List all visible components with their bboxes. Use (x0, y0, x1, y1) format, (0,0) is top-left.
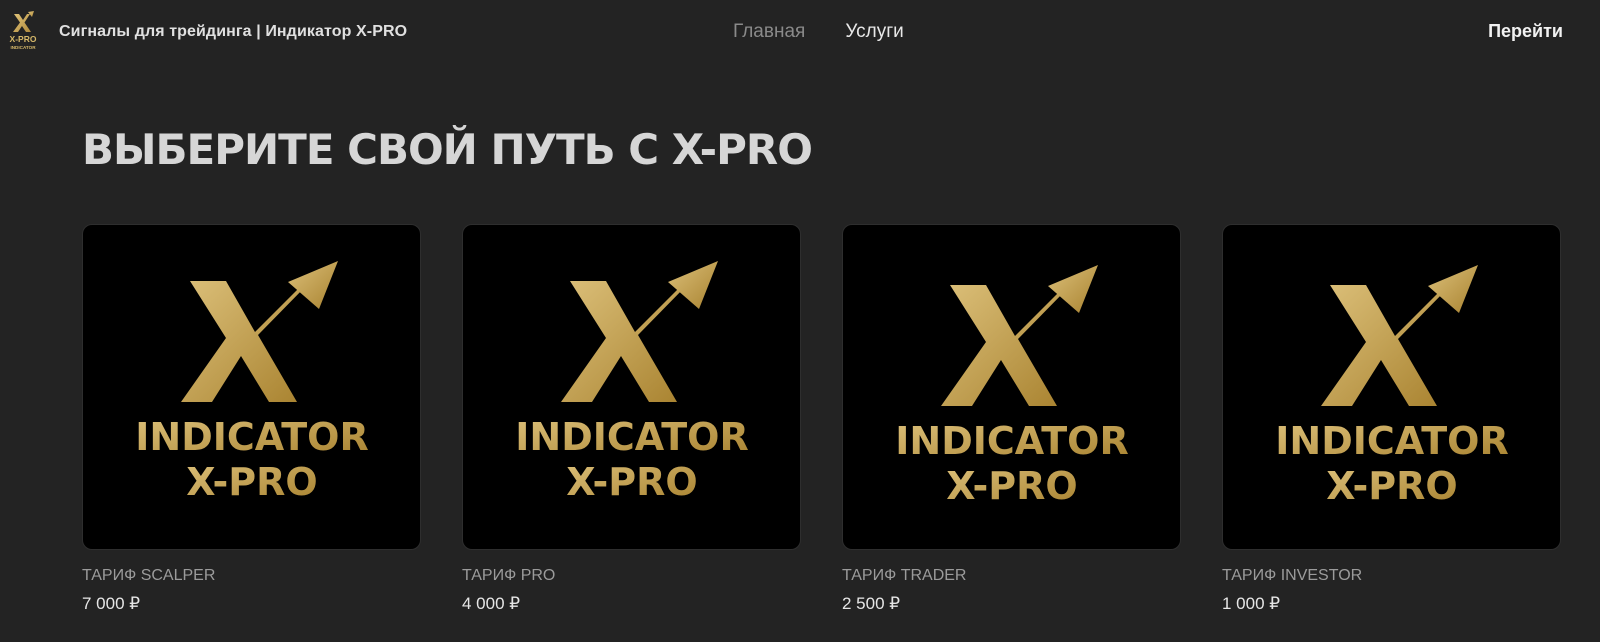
product-image[interactable]: INDICATOR X-PRO (1222, 224, 1561, 550)
x-arrow-icon (941, 265, 1098, 406)
nav-item-services[interactable]: Услуги (845, 21, 903, 43)
image-line2: X-PRO (186, 460, 317, 504)
product-image[interactable]: INDICATOR X-PRO (82, 224, 421, 550)
site-header: X-PRO INDICATOR Сигналы для трейдинга | … (0, 0, 1600, 66)
x-arrow-icon (561, 261, 718, 402)
logo[interactable]: X-PRO INDICATOR (6, 10, 40, 54)
product-card-scalper[interactable]: INDICATOR X-PRO ТАРИФ SCALPER 7 000 ₽ (82, 224, 421, 614)
go-button[interactable]: Перейти (1488, 21, 1563, 42)
nav-item-home[interactable]: Главная (733, 21, 805, 43)
logo-icon: X-PRO INDICATOR (10, 11, 37, 50)
image-line1: INDICATOR (1275, 419, 1508, 463)
product-price: 2 500 ₽ (842, 594, 901, 613)
product-card-pro[interactable]: INDICATOR X-PRO ТАРИФ PRO 4 000 ₽ (462, 224, 801, 614)
image-line2: X-PRO (566, 460, 697, 504)
image-line1: INDICATOR (135, 415, 368, 459)
product-image[interactable]: INDICATOR X-PRO (462, 224, 801, 550)
product-name[interactable]: ТАРИФ INVESTOR (1222, 567, 1561, 585)
product-card-investor[interactable]: INDICATOR X-PRO ТАРИФ INVESTOR 1 000 ₽ (1222, 224, 1561, 614)
product-name[interactable]: ТАРИФ PRO (462, 567, 801, 585)
product-name[interactable]: ТАРИФ TRADER (842, 567, 1181, 585)
product-price: 4 000 ₽ (462, 594, 521, 613)
page-title: ВЫБЕРИТЕ СВОЙ ПУТЬ С X-PRO (82, 125, 813, 174)
x-arrow-icon (181, 261, 338, 402)
image-line2: X-PRO (1326, 464, 1457, 508)
image-line1: INDICATOR (515, 415, 748, 459)
logo-text: X-PRO (10, 34, 37, 44)
logo-subtext: INDICATOR (10, 45, 36, 50)
product-image[interactable]: INDICATOR X-PRO (842, 224, 1181, 550)
product-name[interactable]: ТАРИФ SCALPER (82, 567, 421, 585)
site-title[interactable]: Сигналы для трейдинга | Индикатор X-PRO (59, 23, 407, 41)
image-line1: INDICATOR (895, 419, 1128, 463)
main-nav: Главная Услуги (733, 21, 904, 43)
image-line2: X-PRO (946, 464, 1077, 508)
x-arrow-icon (1321, 265, 1478, 406)
product-price: 1 000 ₽ (1222, 594, 1281, 613)
product-card-trader[interactable]: INDICATOR X-PRO ТАРИФ TRADER 2 500 ₽ (842, 224, 1181, 614)
product-price: 7 000 ₽ (82, 594, 141, 613)
